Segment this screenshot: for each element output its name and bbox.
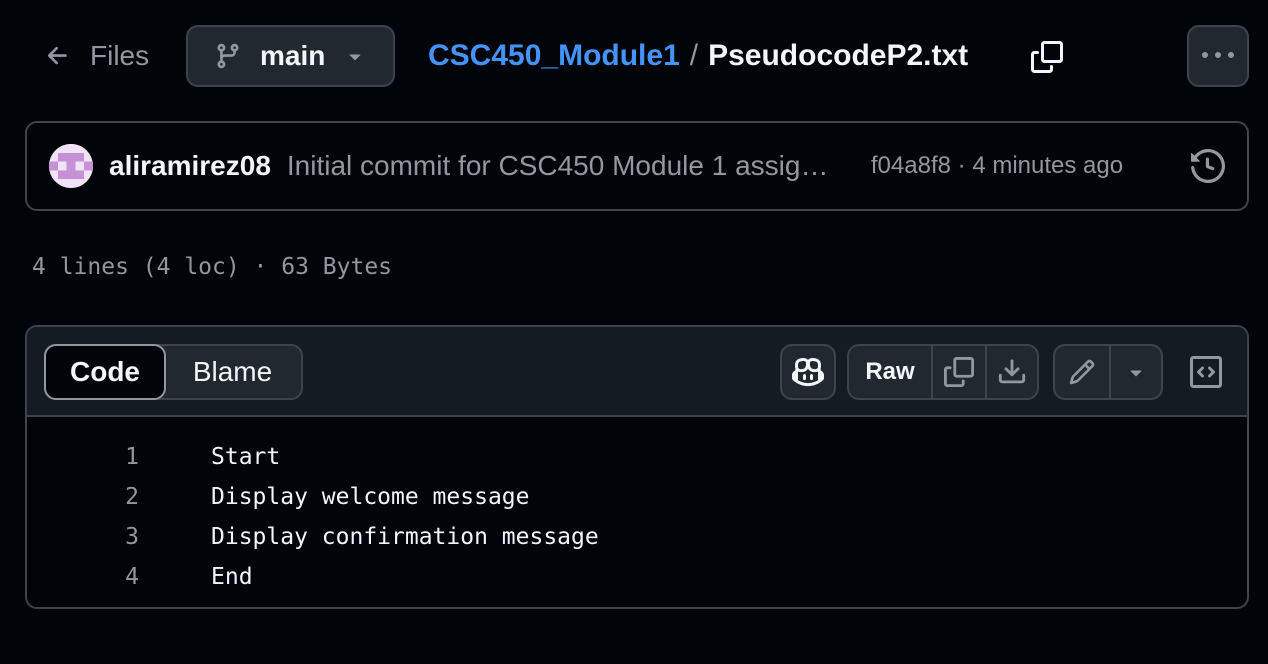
tab-blame[interactable]: Blame (164, 346, 301, 398)
latest-commit-box: aliramirez08 Initial commit for CSC450 M… (25, 121, 1249, 211)
arrow-left-icon (44, 42, 72, 70)
triangle-down-icon (343, 44, 367, 68)
copy-icon (1031, 41, 1063, 73)
raw-label: Raw (865, 358, 915, 385)
line-content: Display welcome message (211, 484, 530, 510)
raw-button[interactable]: Raw (849, 346, 931, 398)
copilot-icon (792, 356, 824, 388)
commit-author[interactable]: aliramirez08 (109, 150, 271, 182)
download-icon (997, 357, 1027, 387)
pencil-icon (1068, 358, 1096, 386)
raw-actions-group: Raw (847, 344, 1039, 400)
commit-sha[interactable]: f04a8f8 (871, 152, 951, 179)
line-content: Display confirmation message (211, 524, 599, 550)
line-number[interactable]: 3 (27, 524, 139, 550)
line-number[interactable]: 2 (27, 484, 139, 510)
code-line: 1 Start (27, 437, 1247, 477)
branch-selector[interactable]: main (186, 25, 395, 87)
triangle-down-icon (1124, 360, 1148, 384)
code-line: 2 Display welcome message (27, 477, 1247, 517)
copy-path-button[interactable] (1026, 36, 1068, 78)
tab-code[interactable]: Code (44, 344, 166, 400)
breadcrumb-repo-link[interactable]: CSC450_Module1 (428, 39, 680, 73)
commit-time: 4 minutes ago (972, 152, 1124, 179)
line-number[interactable]: 4 (27, 564, 139, 590)
code-square-icon (1190, 356, 1222, 388)
files-label: Files (90, 40, 150, 71)
edit-button[interactable] (1055, 346, 1109, 398)
code-line: 4 End (27, 557, 1247, 597)
branch-name: main (260, 40, 326, 71)
code-view: Code Blame Raw 1 Start 2 Display welcome… (25, 325, 1249, 609)
file-info: 4 lines (4 loc) · 63 Bytes (32, 254, 393, 280)
commit-meta: f04a8f8 · 4 minutes ago (871, 152, 1123, 180)
more-options-button[interactable] (1187, 25, 1249, 87)
copilot-button[interactable] (780, 344, 836, 400)
breadcrumb-filename: PseudocodeP2.txt (708, 39, 969, 72)
edit-dropdown-button[interactable] (1109, 346, 1161, 398)
line-content: End (211, 564, 253, 590)
line-number[interactable]: 1 (27, 444, 139, 470)
commit-message[interactable]: Initial commit for CSC450 Module 1 assig… (287, 150, 843, 182)
file-view-page: Files main CSC450_Module1 / PseudocodeP2… (0, 0, 1268, 664)
copy-icon (944, 357, 974, 387)
git-branch-icon (214, 42, 242, 70)
code-toolbar: Code Blame Raw (27, 327, 1247, 417)
code-body: 1 Start 2 Display welcome message 3 Disp… (27, 417, 1247, 597)
history-icon[interactable] (1191, 149, 1225, 183)
code-blame-toggle: Code Blame (44, 344, 303, 400)
copy-raw-button[interactable] (931, 346, 985, 398)
breadcrumb-separator: / (689, 39, 699, 72)
line-content: Start (211, 444, 281, 470)
code-line: 3 Display confirmation message (27, 517, 1247, 557)
avatar[interactable] (49, 144, 93, 188)
symbols-panel-button[interactable] (1178, 344, 1234, 400)
edit-actions-group (1053, 344, 1163, 400)
meta-dot: · (957, 152, 966, 179)
kebab-horizontal-icon (1202, 40, 1234, 72)
download-button[interactable] (985, 346, 1037, 398)
files-back-button[interactable]: Files (28, 26, 165, 86)
breadcrumb: CSC450_Module1 / PseudocodeP2.txt (428, 36, 968, 76)
